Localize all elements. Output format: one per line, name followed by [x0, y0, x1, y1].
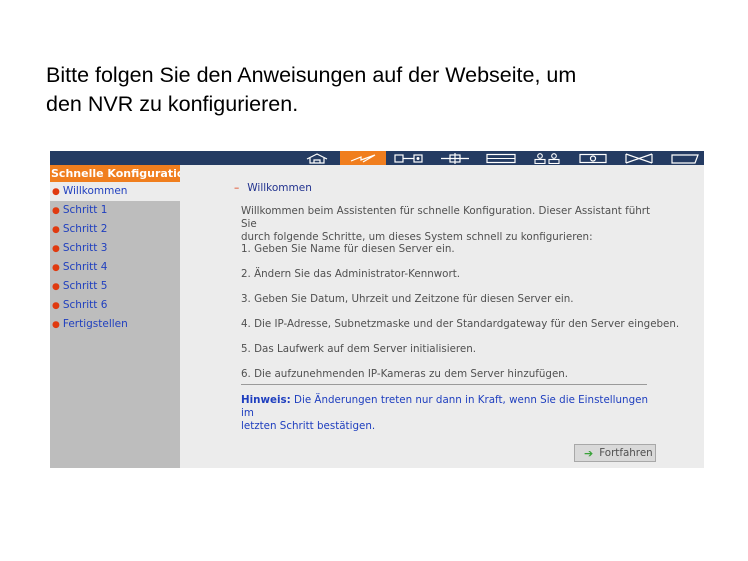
- sidebar-item-label: Schritt 3: [62, 242, 108, 254]
- storage-icon[interactable]: [483, 151, 519, 165]
- sidebar-item-label: Willkommen: [62, 185, 128, 197]
- hint-text: Die Änderungen treten nur dann in Kraft,…: [241, 394, 648, 419]
- intro-line-1: Willkommen beim Assistenten für schnelle…: [241, 205, 651, 230]
- sidebar-item-willkommen[interactable]: ● Willkommen: [50, 182, 180, 201]
- bullet-icon: ●: [52, 282, 60, 292]
- collapse-dash-icon: –: [234, 182, 240, 194]
- home-icon[interactable]: [303, 151, 331, 165]
- nvr-web-ui: Schnelle Konfiguration ● Willkommen ● Schr…: [50, 151, 704, 468]
- slide-heading-line-2: den NVR zu konfigurieren.: [46, 92, 299, 116]
- sidebar-item-label: Fertigstellen: [62, 318, 128, 330]
- sidebar-item-schritt-5[interactable]: ● Schritt 5: [50, 277, 180, 296]
- bullet-icon: ●: [52, 206, 60, 216]
- network-icon[interactable]: [435, 151, 475, 165]
- step-text: 4. Die IP-Adresse, Subnetzmaske und der …: [241, 318, 680, 330]
- user-management-icon[interactable]: [529, 151, 565, 165]
- sidebar-item-schritt-3[interactable]: ● Schritt 3: [50, 239, 180, 258]
- sidebar: Schnelle Konfiguration ● Willkommen ● Schr…: [50, 165, 180, 468]
- arrow-right-icon: ➔: [584, 446, 594, 460]
- intro-text: Willkommen beim Assistenten für schnelle…: [241, 205, 661, 244]
- sidebar-item-schritt-2[interactable]: ● Schritt 2: [50, 220, 180, 239]
- breadcrumb: – Willkommen: [234, 182, 312, 194]
- bullet-icon: ●: [52, 301, 60, 311]
- bullet-icon: ●: [52, 263, 60, 273]
- sidebar-item-label: Schritt 6: [62, 299, 108, 311]
- sidebar-item-schritt-6[interactable]: ● Schritt 6: [50, 296, 180, 315]
- main-content: – Willkommen Willkommen beim Assistenten …: [180, 165, 704, 468]
- sidebar-item-label: Schritt 2: [62, 223, 108, 235]
- step-text: 3. Geben Sie Datum, Uhrzeit und Zeitzone…: [241, 293, 574, 305]
- sidebar-item-schritt-1[interactable]: ● Schritt 1: [50, 201, 180, 220]
- bullet-icon: ●: [52, 244, 60, 254]
- step-text: 1. Geben Sie Name für diesen Server ein.: [241, 243, 455, 255]
- top-navigation-bar: [50, 151, 704, 165]
- continue-button-label: Fortfahren: [599, 447, 653, 459]
- bullet-icon: ●: [52, 187, 60, 197]
- hint-text-line-2: letzten Schritt bestätigen.: [241, 420, 376, 432]
- step-text: 2. Ändern Sie das Administrator-Kennwort…: [241, 268, 461, 280]
- bullet-icon: ●: [52, 320, 60, 330]
- hint-note: Hinweis: Die Änderungen treten nur dann …: [241, 394, 661, 433]
- camera-icon[interactable]: [575, 151, 611, 165]
- sidebar-header: Schnelle Konfiguration: [50, 165, 180, 182]
- quick-config-icon[interactable]: [340, 151, 386, 165]
- bullet-icon: ●: [52, 225, 60, 235]
- sidebar-item-label: Schritt 5: [62, 280, 108, 292]
- hint-label: Hinweis:: [241, 394, 291, 406]
- step-text: 6. Die aufzunehmenden IP-Kameras zu dem …: [241, 368, 569, 380]
- sidebar-item-label: Schritt 4: [62, 261, 108, 273]
- divider: [241, 384, 647, 385]
- sidebar-item-schritt-4[interactable]: ● Schritt 4: [50, 258, 180, 277]
- continue-button[interactable]: ➔ Fortfahren: [574, 444, 656, 462]
- slide-heading: Bitte folgen Sie den Anweisungen auf der…: [46, 61, 726, 119]
- sidebar-item-fertigstellen[interactable]: ● Fertigstellen: [50, 315, 180, 334]
- breadcrumb-label: Willkommen: [247, 182, 312, 194]
- log-icon[interactable]: [667, 151, 703, 165]
- system-settings-icon[interactable]: [388, 151, 430, 165]
- close-icon[interactable]: [621, 151, 657, 165]
- sidebar-item-label: Schritt 1: [62, 204, 108, 216]
- slide-heading-line-1: Bitte folgen Sie den Anweisungen auf der…: [46, 63, 577, 87]
- step-text: 5. Das Laufwerk auf dem Server initialis…: [241, 343, 477, 355]
